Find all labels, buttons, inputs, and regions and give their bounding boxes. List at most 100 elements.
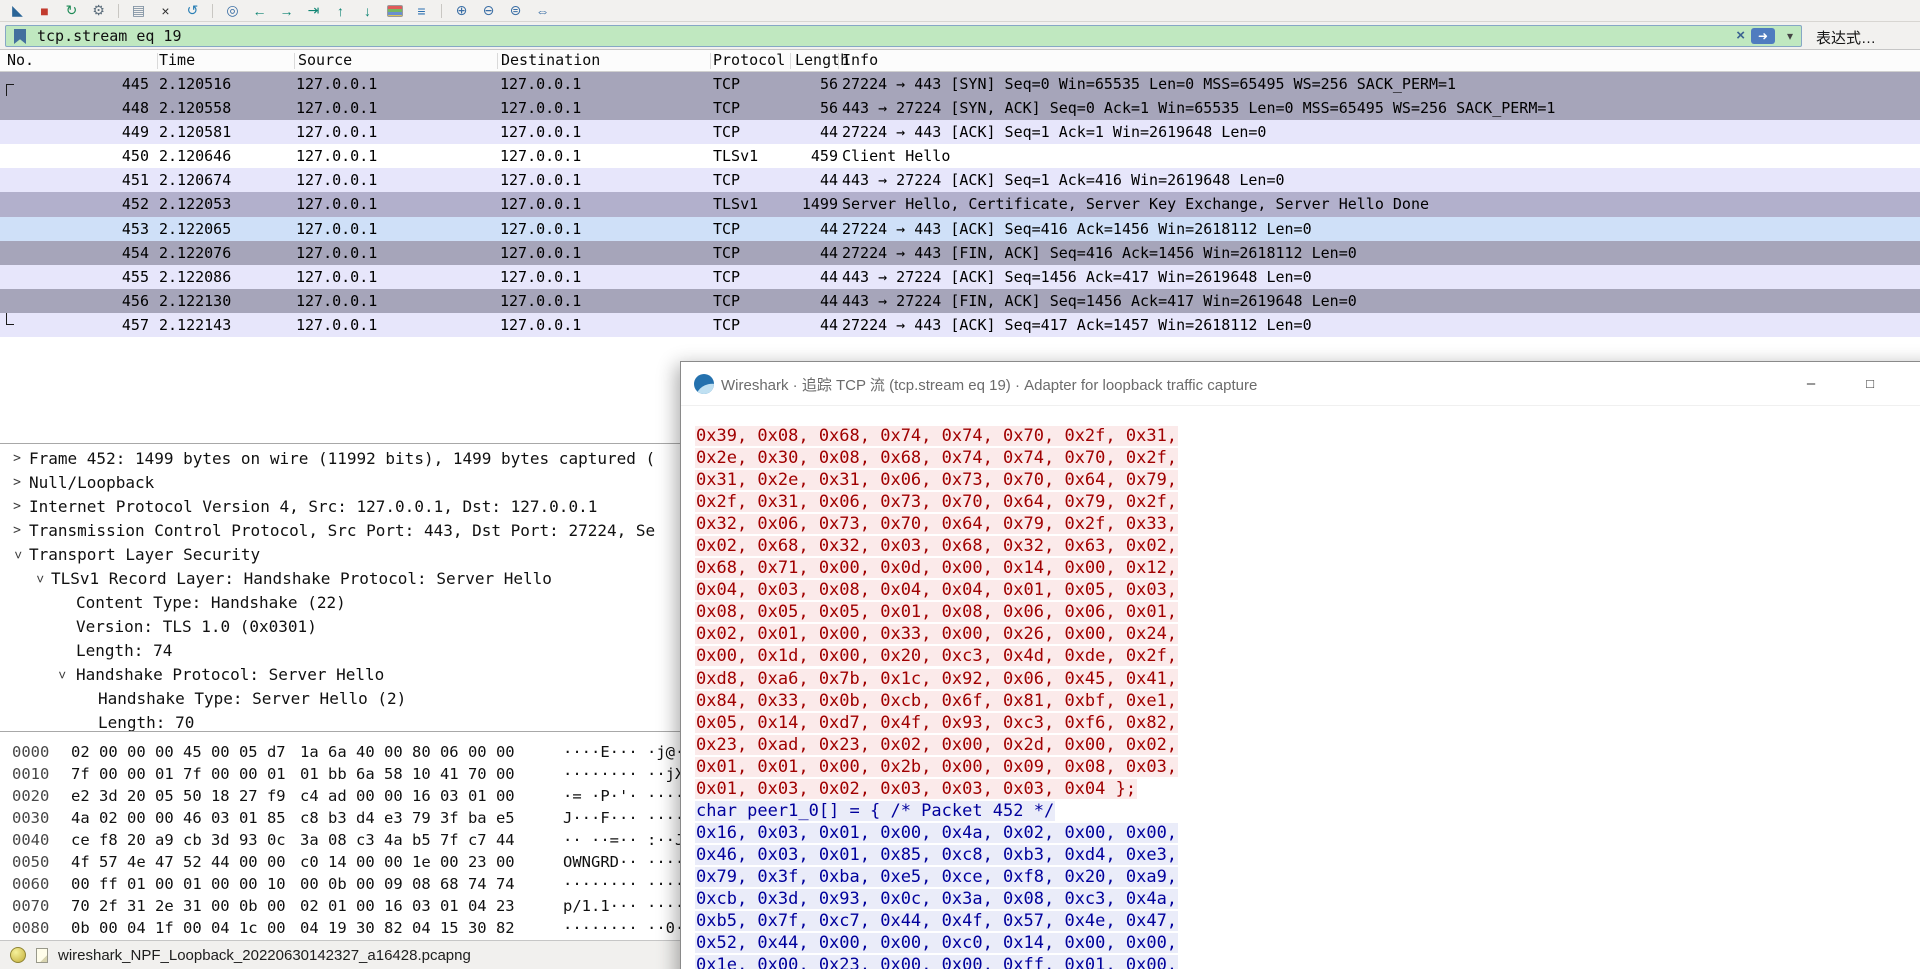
packet-cell-info: Client Hello	[842, 144, 1918, 168]
find-packet-icon[interactable]: ◎	[219, 1, 246, 21]
packet-cell-info: 443 → 27224 [ACK] Seq=1456 Ack=417 Win=2…	[842, 265, 1918, 289]
stream-line-client: 0x02, 0x01, 0x00, 0x33, 0x00, 0x26, 0x00…	[695, 623, 1920, 645]
column-header-dest[interactable]: Destination	[501, 50, 600, 71]
packet-cell-proto: TCP	[713, 265, 740, 289]
expert-info-icon[interactable]	[10, 947, 26, 963]
go-first-packet-icon[interactable]: ↑	[327, 1, 354, 21]
column-header-no[interactable]: No.	[7, 50, 34, 71]
capture-filename: wireshark_NPF_Loopback_20220630142327_a1…	[58, 947, 471, 964]
packet-cell-proto: TCP	[713, 168, 740, 192]
hex-bytes-right: c0 14 00 00 1e 00 23 00	[300, 851, 515, 873]
stop-capture-icon[interactable]: ■	[31, 1, 58, 21]
packet-cell-dest: 127.0.0.1	[500, 289, 581, 313]
expand-arrow-icon[interactable]: >	[10, 495, 24, 519]
column-header-source[interactable]: Source	[298, 50, 352, 71]
packet-cell-no: 453	[0, 217, 149, 241]
column-header-proto[interactable]: Protocol	[713, 50, 785, 71]
stream-text: 0x46, 0x03, 0x01, 0x85, 0xc8, 0xb3, 0xd4…	[695, 845, 1178, 865]
packet-row-452[interactable]: 4522.122053127.0.0.1127.0.0.1TLSv11499Se…	[0, 192, 1920, 216]
colorize-packets-icon[interactable]	[381, 1, 408, 21]
expression-button[interactable]: 表达式…	[1816, 27, 1876, 48]
packet-row-449[interactable]: 4492.120581127.0.0.1127.0.0.1TCP4427224 …	[0, 120, 1920, 144]
start-capture-icon[interactable]: ◣	[4, 1, 31, 21]
follow-window-titlebar[interactable]: Wireshark · 追踪 TCP 流 (tcp.stream eq 19) …	[681, 362, 1920, 406]
resize-columns-icon[interactable]: ⇔	[529, 1, 556, 21]
display-filter-value[interactable]: tcp.stream eq 19	[37, 26, 182, 46]
hex-bytes-left: 70 2f 31 2e 31 00 0b 00	[71, 895, 286, 917]
stream-text: 0xcb, 0x3d, 0x93, 0x0c, 0x3a, 0x08, 0xc3…	[695, 889, 1178, 909]
capture-options-icon[interactable]: ⚙	[85, 1, 112, 21]
packet-list: 4452.120516127.0.0.1127.0.0.1TCP5627224 …	[0, 72, 1920, 337]
expand-arrow-icon[interactable]: >	[10, 471, 24, 495]
packet-row-457[interactable]: 4572.122143127.0.0.1127.0.0.1TCP4427224 …	[0, 313, 1920, 337]
column-header-time[interactable]: Time	[159, 50, 195, 71]
go-last-packet-icon[interactable]: ↓	[354, 1, 381, 21]
stream-line-server: 0x1e, 0x00, 0x23, 0x00, 0x00, 0xff, 0x01…	[695, 954, 1920, 969]
hex-bytes-right: c4 ad 00 00 16 03 01 00	[300, 785, 515, 807]
packet-cell-no: 450	[0, 144, 149, 168]
reload-file-icon[interactable]: ↺	[179, 1, 206, 21]
packet-row-445[interactable]: 4452.120516127.0.0.1127.0.0.1TCP5627224 …	[0, 72, 1920, 96]
stream-line-server: 0xb5, 0x7f, 0xc7, 0x44, 0x4f, 0x57, 0x4e…	[695, 910, 1920, 932]
packet-cell-proto: TCP	[713, 289, 740, 313]
filter-history-caret-icon[interactable]: ▾	[1787, 26, 1793, 46]
filter-clear-icon[interactable]: ×	[1736, 26, 1745, 46]
packet-cell-proto: TCP	[713, 313, 740, 337]
detail-text: Transmission Control Protocol, Src Port:…	[0, 519, 655, 543]
expand-arrow-icon[interactable]: >	[10, 519, 24, 543]
packet-cell-source: 127.0.0.1	[296, 313, 377, 337]
packet-row-453[interactable]: 4532.122065127.0.0.1127.0.0.1TCP4427224 …	[0, 217, 1920, 241]
follow-stream-content[interactable]: 0x39, 0x08, 0x68, 0x74, 0x74, 0x70, 0x2f…	[681, 406, 1920, 969]
toolbar-separator	[441, 4, 442, 18]
stream-line-client: 0x00, 0x1d, 0x00, 0x20, 0xc3, 0x4d, 0xde…	[695, 645, 1920, 667]
minimize-button[interactable]: –	[1782, 362, 1840, 406]
packet-row-448[interactable]: 4482.120558127.0.0.1127.0.0.1TCP56443 → …	[0, 96, 1920, 120]
colorize-packets-icon-swatch	[387, 5, 403, 17]
packet-cell-no: 452	[0, 192, 149, 216]
stream-text: char peer1_0[] = { /* Packet 452 */	[695, 801, 1055, 821]
collapse-arrow-icon[interactable]: >	[5, 548, 29, 562]
column-header-info[interactable]: Info	[842, 50, 878, 71]
hex-offset: 0050	[12, 851, 49, 873]
packet-cell-len: 44	[758, 168, 838, 192]
follow-window-title: Wireshark · 追踪 TCP 流 (tcp.stream eq 19) …	[721, 374, 1257, 395]
packet-row-450[interactable]: 4502.120646127.0.0.1127.0.0.1TLSv1459Cli…	[0, 144, 1920, 168]
restart-capture-icon[interactable]: ↻	[58, 1, 85, 21]
filter-toolbar: tcp.stream eq 19 × ➜ ▾ 表达式…	[0, 22, 1920, 50]
packet-row-454[interactable]: 4542.122076127.0.0.1127.0.0.1TCP4427224 …	[0, 241, 1920, 265]
collapse-arrow-icon[interactable]: >	[27, 572, 51, 586]
hex-bytes-left: 00 ff 01 00 01 00 00 10	[71, 873, 286, 895]
packet-cell-info: 27224 → 443 [ACK] Seq=417 Ack=1457 Win=2…	[842, 313, 1918, 337]
packet-row-451[interactable]: 4512.120674127.0.0.1127.0.0.1TCP44443 → …	[0, 168, 1920, 192]
auto-scroll-icon[interactable]: ≡	[408, 1, 435, 21]
packet-cell-dest: 127.0.0.1	[500, 265, 581, 289]
stream-text: 0x04, 0x03, 0x08, 0x04, 0x04, 0x01, 0x05…	[695, 580, 1178, 600]
display-filter-input[interactable]: tcp.stream eq 19 × ➜ ▾	[5, 25, 1802, 47]
packet-cell-no: 448	[0, 96, 149, 120]
hex-bytes-right: 3a 08 c3 4a b5 7f c7 44	[300, 829, 515, 851]
stream-line-client: 0x01, 0x03, 0x02, 0x03, 0x03, 0x03, 0x04…	[695, 778, 1920, 800]
packet-cell-dest: 127.0.0.1	[500, 96, 581, 120]
stream-text: 0xd8, 0xa6, 0x7b, 0x1c, 0x92, 0x06, 0x45…	[695, 669, 1178, 689]
go-to-packet-icon[interactable]: ⇥	[300, 1, 327, 21]
zoom-out-icon[interactable]: ⊖	[475, 1, 502, 21]
capture-file-properties-icon[interactable]	[36, 948, 48, 963]
close-capture-file-icon[interactable]: ×	[152, 1, 179, 21]
open-capture-file-icon[interactable]: ▤	[125, 1, 152, 21]
go-back-icon[interactable]: ←	[246, 1, 273, 21]
stream-text: 0x16, 0x03, 0x01, 0x00, 0x4a, 0x02, 0x00…	[695, 823, 1178, 843]
filter-apply-icon[interactable]: ➜	[1751, 28, 1775, 44]
go-forward-icon[interactable]: →	[273, 1, 300, 21]
expand-arrow-icon[interactable]: >	[10, 447, 24, 471]
collapse-arrow-icon[interactable]: >	[49, 668, 73, 682]
zoom-in-icon[interactable]: ⊕	[448, 1, 475, 21]
packet-row-455[interactable]: 4552.122086127.0.0.1127.0.0.1TCP44443 → …	[0, 265, 1920, 289]
ascii-left: ·= ·P·'·	[563, 785, 638, 807]
maximize-button[interactable]: □	[1841, 362, 1899, 406]
hex-offset: 0040	[12, 829, 49, 851]
filter-bookmark-icon[interactable]	[14, 29, 26, 44]
stream-text: 0x23, 0xad, 0x23, 0x02, 0x00, 0x2d, 0x00…	[695, 735, 1178, 755]
hex-bytes-right: 1a 6a 40 00 80 06 00 00	[300, 741, 515, 763]
zoom-original-icon[interactable]: ⊜	[502, 1, 529, 21]
packet-row-456[interactable]: 4562.122130127.0.0.1127.0.0.1TCP44443 → …	[0, 289, 1920, 313]
